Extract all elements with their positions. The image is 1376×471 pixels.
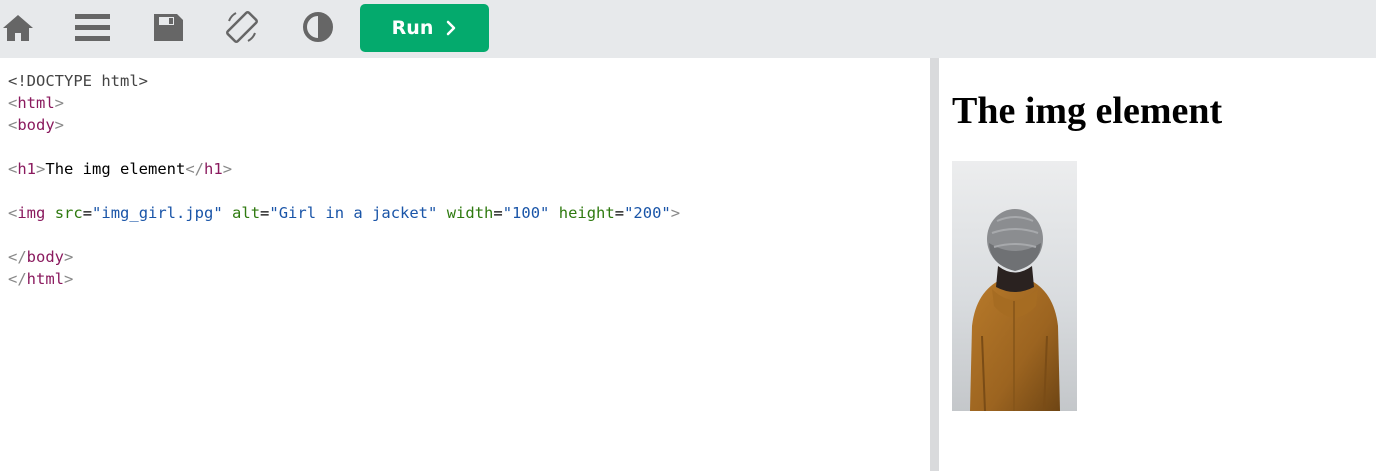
pane-divider[interactable] [928, 58, 942, 471]
code-editor[interactable]: <!DOCTYPE html> <html> <body> <h1>The img e… [0, 58, 928, 471]
code-attribute: width [446, 204, 494, 222]
code-bracket: < [8, 204, 18, 222]
code-value: "img_girl.jpg" [92, 204, 223, 222]
code-bracket: < [8, 116, 18, 134]
code-value: "200" [624, 204, 671, 222]
contrast-icon[interactable] [300, 9, 336, 45]
code-bracket: </ [8, 270, 27, 288]
code-bracket: > [54, 94, 65, 112]
code-bracket: > [64, 248, 74, 266]
code-bracket: > [670, 204, 681, 222]
code-tag: img [17, 204, 46, 222]
code-value: "Girl in a jacket" [269, 204, 438, 222]
home-icon[interactable] [0, 9, 36, 45]
code-tag: h1 [17, 160, 37, 178]
run-button[interactable]: Run [360, 4, 489, 52]
toolbar: Run [0, 0, 1376, 58]
code-tag: body [26, 248, 64, 266]
code-bracket: > [54, 116, 65, 134]
code-tag: body [17, 116, 55, 134]
divider-handle[interactable] [930, 58, 939, 471]
save-icon[interactable] [150, 9, 186, 45]
code-bracket: </ [8, 248, 27, 266]
code-tag: h1 [204, 160, 223, 178]
code-equals: = [260, 204, 270, 222]
code-line: <body> [8, 114, 680, 136]
code-value: "100" [502, 204, 550, 222]
code-tag: html [26, 270, 64, 288]
code-text-content: The img element [45, 160, 186, 178]
code-line: <h1>The img element</h1> [8, 158, 680, 180]
code-line: <!DOCTYPE html> [8, 70, 680, 92]
code-line: </body> [8, 246, 680, 268]
chevron-right-icon [447, 20, 456, 36]
code-equals: = [614, 204, 625, 222]
code-bracket: </ [185, 160, 205, 178]
menu-icon[interactable] [74, 9, 110, 45]
code-attribute: alt [232, 204, 261, 222]
code-equals: = [82, 204, 93, 222]
code-equals: = [493, 204, 503, 222]
girl-in-jacket-image [952, 161, 1077, 411]
rotate-icon[interactable] [224, 9, 260, 45]
code-bracket: < [8, 160, 18, 178]
code-doctype: <!DOCTYPE html> [8, 72, 148, 90]
code-text[interactable]: <!DOCTYPE html> <html> <body> <h1>The img e… [8, 70, 680, 290]
code-attribute: src [54, 204, 83, 222]
code-line: </html> [8, 268, 680, 290]
preview-heading: The img element [952, 90, 1223, 132]
code-line: <img src="img_girl.jpg" alt="Girl in a j… [8, 202, 680, 224]
run-button-label: Run [391, 17, 434, 39]
code-attribute: height [558, 204, 615, 222]
result-preview: The img element [942, 58, 1376, 471]
code-bracket: > [36, 160, 46, 178]
code-tag: html [17, 94, 55, 112]
code-bracket: < [8, 94, 18, 112]
code-bracket: > [64, 270, 74, 288]
code-bracket: > [222, 160, 233, 178]
code-line: <html> [8, 92, 680, 114]
